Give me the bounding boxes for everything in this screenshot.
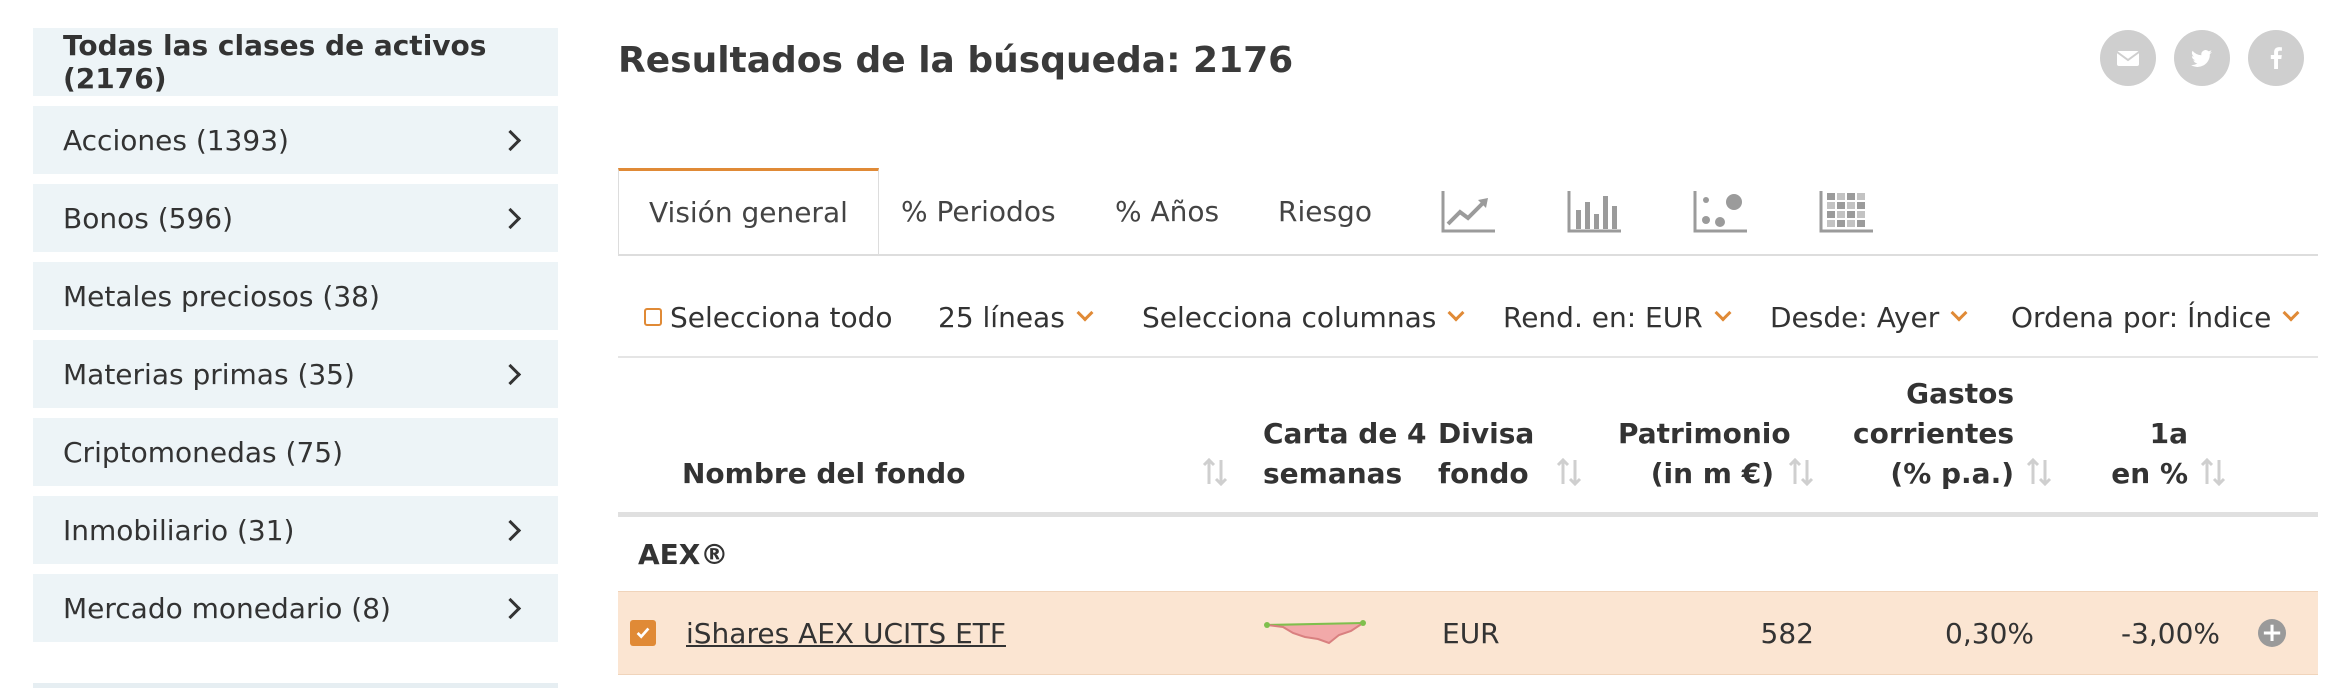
sidebar-item-all-asset-classes[interactable]: Todas las clases de activos (2176) <box>33 28 558 96</box>
table-toolbar: Selecciona todo 25 líneas Selecciona col… <box>618 278 2318 358</box>
chevron-down-icon <box>1714 304 1732 322</box>
select-columns-label: Selecciona columnas <box>1142 300 1437 334</box>
tab-scatter-chart[interactable] <box>1692 168 1750 254</box>
tab-bar-chart[interactable] <box>1566 168 1624 254</box>
sidebar-item-label: Acciones (1393) <box>63 123 289 157</box>
sidebar-item-label: Todas las clases de activos (2176) <box>63 29 487 95</box>
table-row[interactable]: iShares AEX UCITS ETF EUR 582 0,30% -3,0… <box>618 591 2318 675</box>
sidebar-item-label: Bonos (596) <box>63 201 233 235</box>
fund-1y-return: -3,00% <box>2120 616 2220 650</box>
lines-per-page-dropdown[interactable]: 25 líneas <box>938 278 1094 356</box>
email-icon <box>2116 51 2140 66</box>
sidebar-item-cryptocurrencies[interactable]: Criptomonedas (75) <box>33 418 558 486</box>
scatter-chart-icon <box>1693 191 1747 233</box>
tab-label: % Periodos <box>901 194 1056 228</box>
chevron-down-icon <box>1076 304 1094 322</box>
sidebar-item-label: Criptomonedas (75) <box>63 435 343 469</box>
sidebar-item-label: Materias primas (35) <box>63 357 355 391</box>
tab-heatmap[interactable] <box>1818 168 1876 254</box>
chevron-right-icon <box>499 597 522 619</box>
select-all-label: Selecciona todo <box>670 300 893 334</box>
page-root: Todas las clases de activos (2176) Accio… <box>0 0 2340 688</box>
sidebar-item-label: Inmobiliario (31) <box>63 513 295 547</box>
row-select-checkbox[interactable] <box>630 592 656 674</box>
bar-chart-icon <box>1567 191 1621 233</box>
select-all-checkbox[interactable] <box>644 308 662 326</box>
since-label: Desde: Ayer <box>1770 300 1940 334</box>
sort-return-icon[interactable] <box>2200 456 2226 492</box>
column-header-assets[interactable]: Patrimonio (in m €) <box>1618 414 1791 494</box>
sidebar-item-precious-metals[interactable]: Metales preciosos (38) <box>33 262 558 330</box>
chevron-right-icon <box>499 519 522 541</box>
view-tabs: Visión general % Periodos % Años Riesgo <box>618 168 2318 256</box>
since-dropdown[interactable]: Desde: Ayer <box>1770 278 1968 356</box>
fund-assets: 582 <box>1760 616 1814 650</box>
column-header-currency[interactable]: Divisa fondo <box>1438 414 1534 494</box>
tab-label: Visión general <box>649 196 848 229</box>
plus-icon: + <box>2258 619 2286 647</box>
fund-name-link[interactable]: iShares AEX UCITS ETF <box>686 592 1006 674</box>
share-twitter-button[interactable] <box>2174 30 2230 86</box>
tab-line-chart[interactable] <box>1440 168 1498 254</box>
sidebar-item-equities[interactable]: Acciones (1393) <box>33 106 558 174</box>
asset-class-sidebar: Todas las clases de activos (2176) Accio… <box>33 28 558 652</box>
currency-label: Rend. en: EUR <box>1503 300 1703 334</box>
fund-currency: EUR <box>1442 616 1500 650</box>
sort-label: Ordena por: Índice <box>2011 300 2272 334</box>
share-email-button[interactable] <box>2100 30 2156 86</box>
chevron-down-icon <box>1950 304 1968 322</box>
checkbox-checked-icon <box>630 620 656 646</box>
column-header-chart: Carta de 4 semanas <box>1263 417 1427 490</box>
tab-label: Riesgo <box>1278 194 1372 228</box>
twitter-icon <box>2191 50 2212 67</box>
currency-dropdown[interactable]: Rend. en: EUR <box>1503 278 1732 356</box>
fund-ongoing-costs: 0,30% <box>1945 616 2034 650</box>
tab-years[interactable]: % Años <box>1115 168 1219 254</box>
tab-label: % Años <box>1115 194 1220 228</box>
chevron-down-icon <box>2282 304 2300 322</box>
facebook-icon <box>2270 47 2282 69</box>
sort-currency-icon[interactable] <box>1556 456 1582 492</box>
page-title: Resultados de la búsqueda: 2176 <box>618 40 1294 81</box>
chevron-down-icon <box>1447 304 1465 322</box>
share-facebook-button[interactable] <box>2248 30 2304 86</box>
sidebar-item-money-market[interactable]: Mercado monedario (8) <box>33 574 558 642</box>
sort-assets-icon[interactable] <box>1788 456 1814 492</box>
expand-row-button[interactable]: + <box>2258 592 2286 674</box>
heatmap-grid-icon <box>1819 191 1873 233</box>
select-columns-dropdown[interactable]: Selecciona columnas <box>1142 278 1465 356</box>
tab-risk[interactable]: Riesgo <box>1278 168 1372 254</box>
lines-per-page-label: 25 líneas <box>938 300 1065 334</box>
tab-periods[interactable]: % Periodos <box>901 168 1056 254</box>
chevron-right-icon <box>499 207 522 229</box>
sidebar-item-label: Metales preciosos (38) <box>63 279 380 313</box>
select-all-toggle[interactable]: Selecciona todo <box>644 278 893 356</box>
table-header: Nombre del fondo Carta de 4 semanas Divi… <box>618 356 2318 517</box>
sort-fund-name-icon[interactable] <box>1202 456 1228 492</box>
column-header-fund-name[interactable]: Nombre del fondo <box>682 454 965 494</box>
sidebar-item-real-estate[interactable]: Inmobiliario (31) <box>33 496 558 564</box>
fund-name[interactable]: iShares AEX UCITS ETF <box>686 617 1006 650</box>
column-header-1y-return[interactable]: 1a en % <box>2068 414 2188 494</box>
index-group-header: AEX® <box>618 517 2318 591</box>
sidebar-divider <box>33 683 558 688</box>
sidebar-item-label: Mercado monedario (8) <box>63 591 391 625</box>
column-header-ongoing-costs[interactable]: Gastos corrientes (% p.a.) <box>1818 374 2014 494</box>
sort-costs-icon[interactable] <box>2026 456 2052 492</box>
index-group-label: AEX® <box>638 537 729 571</box>
chevron-right-icon <box>499 363 522 385</box>
sidebar-item-bonds[interactable]: Bonos (596) <box>33 184 558 252</box>
sparkline-chart <box>1263 592 1373 674</box>
tab-overview[interactable]: Visión general <box>618 168 879 254</box>
sidebar-item-commodities[interactable]: Materias primas (35) <box>33 340 558 408</box>
line-chart-icon <box>1441 191 1495 233</box>
sparkline-4-weeks-icon <box>1264 620 1366 645</box>
chevron-right-icon <box>499 129 522 151</box>
sort-dropdown[interactable]: Ordena por: Índice <box>2011 278 2300 356</box>
